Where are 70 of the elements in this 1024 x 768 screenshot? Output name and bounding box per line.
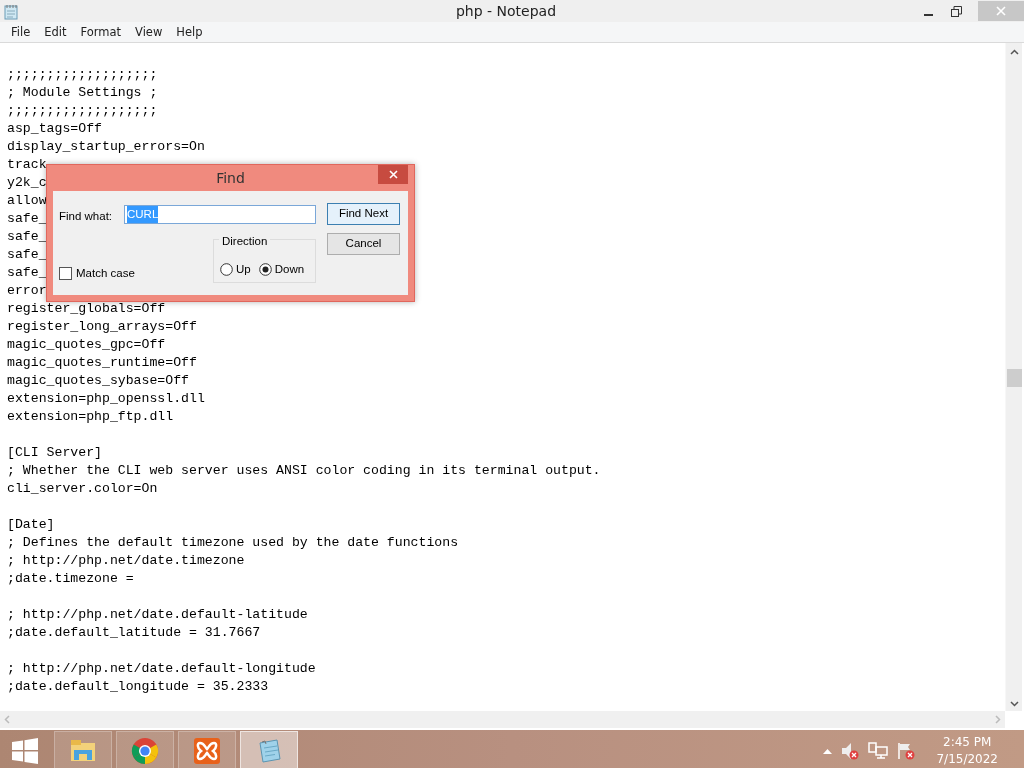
close-icon <box>996 6 1006 16</box>
xampp-icon <box>193 736 221 765</box>
text-line: extension=php_openssl.dll <box>7 391 205 406</box>
close-icon <box>388 170 398 179</box>
minimize-icon <box>923 14 933 16</box>
text-line: y2k_c <box>7 175 47 190</box>
text-line: track <box>7 157 47 172</box>
restore-icon <box>950 5 962 17</box>
text-line: ;;;;;;;;;;;;;;;;;;; <box>7 103 158 118</box>
text-line: ; http://php.net/date.default-latitude <box>7 607 308 622</box>
text-line: ;date.default_latitude = 31.7667 <box>7 625 261 640</box>
cancel-button[interactable]: Cancel <box>327 233 400 255</box>
match-case-checkbox[interactable]: Match case <box>59 265 135 283</box>
text-line: register_globals=Off <box>7 301 166 316</box>
text-line: [Date] <box>7 517 55 532</box>
text-line: display_startup_errors=On <box>7 139 205 154</box>
taskbar-app-button[interactable] <box>240 730 298 768</box>
text-line: safe_ <box>7 265 47 280</box>
speaker-muted-icon[interactable] <box>841 741 860 760</box>
text-line: ;;;;;;;;;;;;;;;;;;; <box>7 67 158 82</box>
scroll-right-icon[interactable] <box>995 715 1001 724</box>
show-hidden-icons-icon[interactable] <box>823 747 833 754</box>
taskbar-app-button[interactable] <box>54 730 112 768</box>
find-next-button[interactable]: Find Next <box>327 203 400 225</box>
menu-item[interactable]: Format <box>73 22 129 42</box>
text-line: error <box>7 283 47 298</box>
window-title: php - Notepad <box>454 2 558 21</box>
clock-time: 2:45 PM <box>942 733 993 751</box>
dialog-title: Find <box>216 168 245 188</box>
text-line: ;date.default_longitude = 35.2333 <box>7 679 269 694</box>
horizontal-scrollbar[interactable] <box>0 711 1005 728</box>
text-line: magic_quotes_runtime=Off <box>7 355 197 370</box>
text-line: allow <box>7 193 47 208</box>
text-line: register_long_arrays=Off <box>7 319 197 334</box>
scrollbar-thumb[interactable] <box>1006 369 1022 387</box>
taskbar-app-button[interactable] <box>178 730 236 768</box>
close-button[interactable] <box>378 165 408 184</box>
windows-icon <box>12 737 38 764</box>
vertical-scrollbar[interactable] <box>1005 43 1022 711</box>
text-line: cli_server.color=On <box>7 481 158 496</box>
field-label: Find what: <box>59 209 114 224</box>
text-line: magic_quotes_gpc=Off <box>7 337 166 352</box>
text-line: magic_quotes_sybase=Off <box>7 373 190 388</box>
menu-item[interactable]: View <box>128 22 170 42</box>
text-line: ; http://php.net/date.timezone <box>7 553 245 568</box>
text-line: extension=php_ftp.dll <box>7 409 174 424</box>
network-icon[interactable] <box>868 741 889 760</box>
text-line: ; http://php.net/date.default-longitude <box>7 661 316 676</box>
scroll-up-icon[interactable] <box>1009 49 1019 55</box>
text-line: [CLI Server] <box>7 445 102 460</box>
text-line: safe_ <box>7 247 47 262</box>
scroll-left-icon[interactable] <box>4 715 10 724</box>
menu-item[interactable]: File <box>4 22 38 42</box>
text-line: ; Module Settings ; <box>7 85 158 100</box>
text-line: ; Whether the CLI web server uses ANSI color coding in its terminal output. <box>7 463 601 478</box>
scroll-down-icon[interactable] <box>1009 701 1019 707</box>
radio-button[interactable]: Down <box>258 257 305 283</box>
flag-icon[interactable] <box>897 741 916 760</box>
clock-date: 7/15/2022 <box>936 750 998 768</box>
radio-button[interactable]: Up <box>220 257 251 283</box>
text-line: ; Defines the default timezone used by the date functions <box>7 535 459 550</box>
menu-item[interactable]: Edit <box>37 22 74 42</box>
chrome-icon <box>131 736 159 765</box>
taskbar-app-button[interactable] <box>116 730 174 768</box>
text-line: ;date.timezone = <box>7 571 134 586</box>
text-line: safe_ <box>7 211 47 226</box>
menu-item[interactable]: Help <box>169 22 210 42</box>
text-line: safe_ <box>7 229 47 244</box>
notepad-icon <box>4 3 18 20</box>
text-line: asp_tags=Off <box>7 121 102 136</box>
